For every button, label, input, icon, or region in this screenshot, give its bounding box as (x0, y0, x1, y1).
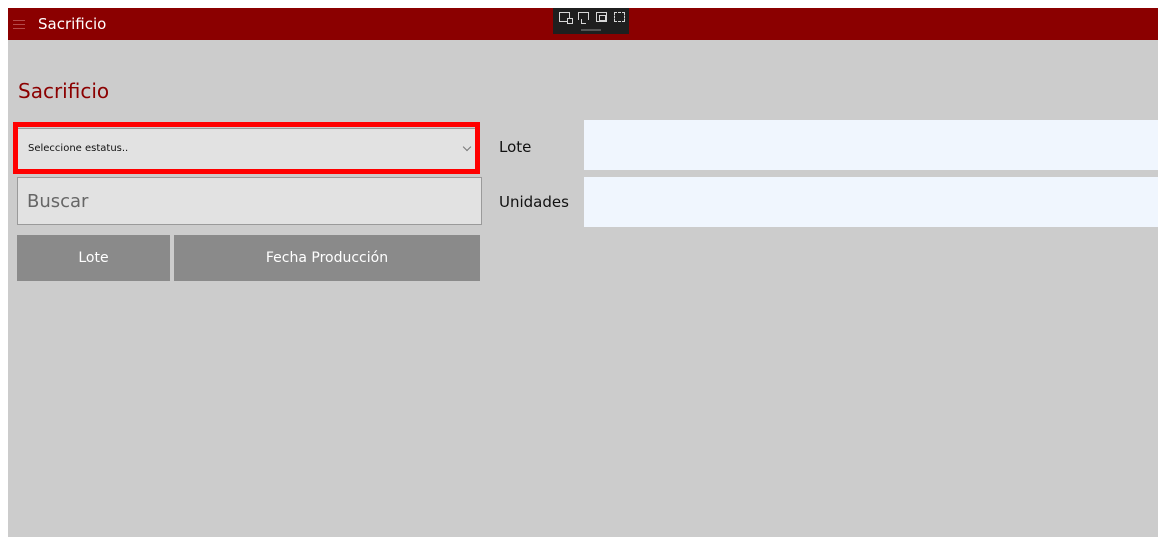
status-select-placeholder: Seleccione estatus.. (28, 143, 129, 154)
chevron-down-icon (462, 142, 472, 152)
select-element-icon[interactable] (559, 12, 573, 24)
app-window: Sacrificio Sacrificio Seleccione estatus… (8, 8, 1158, 537)
status-select[interactable]: Seleccione estatus.. (17, 128, 479, 170)
title-bar: Sacrificio (8, 8, 1158, 40)
display-layout-adorners-icon[interactable] (578, 12, 589, 24)
search-input[interactable] (17, 177, 482, 225)
sort-by-lote-button[interactable]: Lote (17, 235, 170, 281)
page-title: Sacrificio (18, 79, 110, 103)
debug-toolbar (553, 8, 629, 34)
toggle-preview-icon[interactable] (614, 12, 625, 22)
track-focused-element-icon[interactable] (596, 12, 607, 22)
sort-by-fecha-produccion-button[interactable]: Fecha Producción (174, 235, 480, 281)
unidades-field[interactable] (584, 177, 1158, 227)
lote-field[interactable] (584, 120, 1158, 170)
app-title: Sacrificio (38, 15, 107, 33)
toolbar-collapse-handle[interactable] (581, 29, 601, 31)
unidades-label: Unidades (499, 193, 569, 211)
hamburger-icon[interactable] (8, 8, 36, 40)
lote-label: Lote (499, 138, 532, 156)
